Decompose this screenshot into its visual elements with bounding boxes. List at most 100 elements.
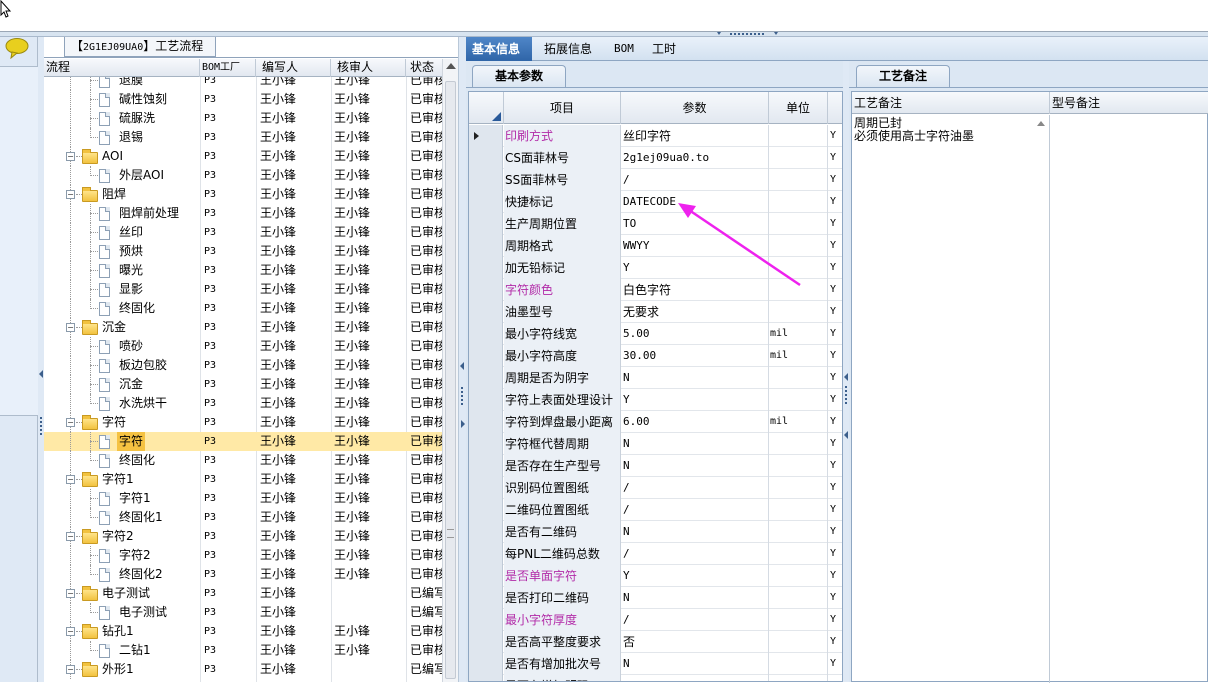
row-selector[interactable]: [469, 213, 503, 235]
row-selector[interactable]: [469, 125, 503, 147]
tab-basic-info[interactable]: 基本信息: [466, 37, 532, 61]
row-selector[interactable]: [469, 477, 503, 499]
col-header-bom-factory[interactable]: BOM工厂: [200, 59, 256, 77]
col-header-unit[interactable]: 单位: [769, 92, 828, 124]
tab-bom[interactable]: BOM: [608, 37, 644, 61]
param-row[interactable]: 是否打印二维码 N Y: [469, 587, 842, 609]
process-row[interactable]: 电子测试 P3 王小锋 已编写: [44, 603, 442, 622]
param-row[interactable]: 是否有增加批次号 N Y: [469, 653, 842, 675]
process-row[interactable]: 显影 P3 王小锋 王小锋 已审核: [44, 280, 442, 299]
param-value-cell[interactable]: 30.00: [621, 345, 769, 367]
row-selector[interactable]: [469, 279, 503, 301]
process-row[interactable]: 丝印 P3 王小锋 王小锋 已审核: [44, 223, 442, 242]
param-row[interactable]: 是否存在生产型号 N Y: [469, 455, 842, 477]
process-row[interactable]: 二钻1 P3 王小锋 王小锋 已审核: [44, 641, 442, 660]
process-row[interactable]: 字符 P3 王小锋 王小锋 已审核: [44, 432, 442, 451]
param-unit-cell[interactable]: [769, 675, 828, 681]
param-unit-cell[interactable]: [769, 147, 828, 169]
param-unit-cell[interactable]: [769, 455, 828, 477]
expand-right-icon[interactable]: [461, 420, 465, 428]
param-unit-cell[interactable]: mil: [769, 345, 828, 367]
param-unit-cell[interactable]: [769, 433, 828, 455]
param-unit-cell[interactable]: [769, 169, 828, 191]
process-row[interactable]: − 字符2 P3 王小锋 王小锋 已审核: [44, 527, 442, 546]
param-value-cell[interactable]: N: [621, 367, 769, 389]
param-value-cell[interactable]: N: [621, 521, 769, 543]
process-row[interactable]: 硫脲洗 P3 王小锋 王小锋 已审核: [44, 109, 442, 128]
middle-splitter[interactable]: [458, 37, 466, 682]
row-selector[interactable]: [469, 433, 503, 455]
collapse-toggle-icon[interactable]: −: [66, 190, 75, 199]
collapse-toggle-icon[interactable]: −: [66, 627, 75, 636]
collapse-toggle-icon[interactable]: −: [66, 589, 75, 598]
param-row[interactable]: 周期是否为阴字 N Y: [469, 367, 842, 389]
param-unit-cell[interactable]: [769, 521, 828, 543]
row-selector[interactable]: [469, 235, 503, 257]
param-value-cell[interactable]: /: [621, 499, 769, 521]
process-row[interactable]: 退锡 P3 王小锋 王小锋 已审核: [44, 128, 442, 147]
param-row[interactable]: 油墨型号 无要求 Y: [469, 301, 842, 323]
collapse-left-icon[interactable]: [844, 431, 848, 439]
process-row[interactable]: − 阻焊 P3 王小锋 王小锋 已审核: [44, 185, 442, 204]
process-row[interactable]: 终固化1 P3 王小锋 王小锋 已审核: [44, 508, 442, 527]
param-row[interactable]: CS面菲林号 2g1ej09ua0.to Y: [469, 147, 842, 169]
col-header-writer[interactable]: 编写人: [256, 59, 331, 77]
row-selector[interactable]: [469, 147, 503, 169]
process-row[interactable]: 终固化 P3 王小锋 王小锋 已审核: [44, 451, 442, 470]
col-header-param[interactable]: 参数: [621, 92, 769, 124]
notes-scroll-up-icon[interactable]: [1036, 117, 1046, 131]
param-unit-cell[interactable]: mil: [769, 323, 828, 345]
param-value-cell[interactable]: 否: [621, 631, 769, 653]
param-value-cell[interactable]: Y: [621, 389, 769, 411]
param-unit-cell[interactable]: [769, 301, 828, 323]
row-selector[interactable]: [469, 587, 503, 609]
process-row[interactable]: 水洗烘干 P3 王小锋 王小锋 已审核: [44, 394, 442, 413]
grid-corner-icon[interactable]: [469, 92, 504, 124]
process-row[interactable]: 终固化2 P3 王小锋 王小锋 已审核: [44, 565, 442, 584]
param-row[interactable]: 最小字符线宽 5.00 mil Y: [469, 323, 842, 345]
row-selector[interactable]: [469, 389, 503, 411]
row-selector[interactable]: [469, 191, 503, 213]
row-selector[interactable]: [469, 301, 503, 323]
row-selector[interactable]: [469, 675, 503, 681]
param-row[interactable]: 是否有二维码 N Y: [469, 521, 842, 543]
row-selector[interactable]: [469, 499, 503, 521]
process-row[interactable]: − AOI P3 王小锋 王小锋 已审核: [44, 147, 442, 166]
param-unit-cell[interactable]: [769, 367, 828, 389]
chat-bubble-icon[interactable]: [5, 37, 29, 59]
process-row[interactable]: 预烘 P3 王小锋 王小锋 已审核: [44, 242, 442, 261]
col-header-flow[interactable]: 流程: [44, 59, 200, 77]
collapse-toggle-icon[interactable]: −: [66, 152, 75, 161]
row-selector[interactable]: [469, 169, 503, 191]
row-selector[interactable]: [469, 653, 503, 675]
param-unit-cell[interactable]: [769, 587, 828, 609]
param-value-cell[interactable]: /: [621, 609, 769, 631]
param-row[interactable]: 字符到焊盘最小距离 6.00 mil Y: [469, 411, 842, 433]
param-value-cell[interactable]: N: [621, 675, 769, 681]
collapse-left-icon[interactable]: [39, 370, 43, 378]
param-row[interactable]: 最小字符高度 30.00 mil Y: [469, 345, 842, 367]
row-selector[interactable]: [469, 323, 503, 345]
col-header-reviewer[interactable]: 核审人: [331, 59, 406, 77]
process-row[interactable]: − 外形1 P3 王小锋 已编写: [44, 660, 442, 679]
basic-params-tab[interactable]: 基本参数: [472, 65, 566, 87]
param-value-cell[interactable]: 5.00: [621, 323, 769, 345]
process-notes-text[interactable]: 周期已封 必须使用高士字符油墨: [852, 115, 1050, 683]
param-row[interactable]: SS面菲林号 / Y: [469, 169, 842, 191]
process-row[interactable]: − 电子测试 P3 王小锋 已编写: [44, 584, 442, 603]
param-value-cell[interactable]: 2g1ej09ua0.to: [621, 147, 769, 169]
row-selector[interactable]: [469, 543, 503, 565]
param-unit-cell[interactable]: mil: [769, 411, 828, 433]
process-row[interactable]: 碱性蚀刻 P3 王小锋 王小锋 已审核: [44, 90, 442, 109]
process-row[interactable]: 沉金 P3 王小锋 王小锋 已审核: [44, 375, 442, 394]
param-unit-cell[interactable]: [769, 631, 828, 653]
param-row[interactable]: 每PNL二维码总数 / Y: [469, 543, 842, 565]
param-unit-cell[interactable]: [769, 477, 828, 499]
collapse-toggle-icon[interactable]: −: [66, 475, 75, 484]
param-value-cell[interactable]: N: [621, 455, 769, 477]
tab-work-hours[interactable]: 工时: [646, 37, 686, 61]
param-row[interactable]: 二维码位置图纸 / Y: [469, 499, 842, 521]
param-unit-cell[interactable]: [769, 653, 828, 675]
scroll-up-icon[interactable]: [446, 63, 456, 69]
process-notes-tab[interactable]: 工艺备注: [856, 65, 950, 87]
